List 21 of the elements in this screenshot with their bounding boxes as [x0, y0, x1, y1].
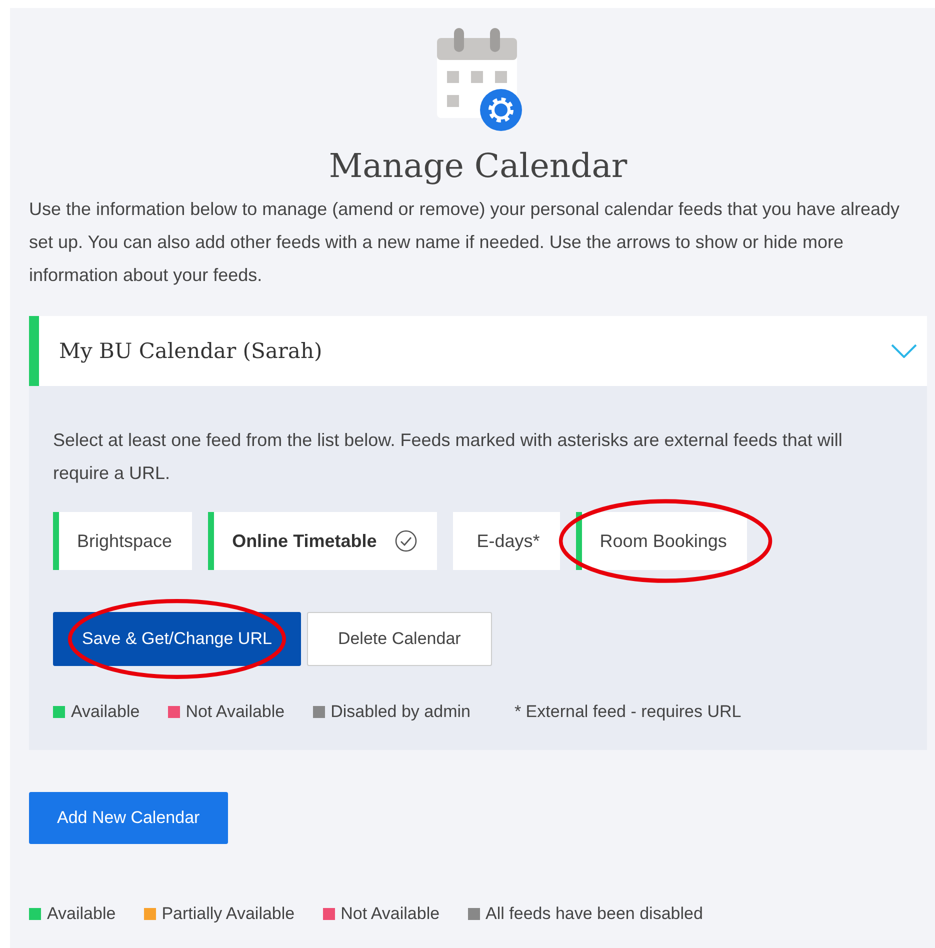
legend-label: Available: [71, 702, 140, 722]
action-button[interactable]: Delete Calendar: [306, 612, 492, 666]
feed-option[interactable]: Online Timetable: [208, 512, 437, 570]
feed-option[interactable]: Room Bookings: [576, 512, 747, 570]
instructions-text: Select at least one feed from the list below. Feeds marked with asterisks are external feeds that will require a URL.: [53, 429, 844, 485]
legend-label: All feeds have been disabled: [486, 904, 703, 924]
legend-label: Not Available: [340, 904, 440, 924]
legend-note: * External feed - requires URL: [514, 702, 742, 722]
action-button[interactable]: Save & Get/Change URL: [53, 612, 301, 666]
feed-option[interactable]: Brightspace: [53, 512, 192, 570]
legend-label: Partially Available: [162, 904, 295, 924]
legend-label: Available: [47, 904, 116, 924]
check-circle-icon: [394, 530, 417, 552]
legend-label: Not Available: [186, 702, 285, 722]
add-calendar-button[interactable]: Add New Calendar: [29, 792, 228, 844]
page-title: Manage Calendar: [328, 146, 628, 185]
legend-label: Disabled by admin: [330, 702, 470, 722]
chevron-icon: [891, 344, 917, 358]
feed-option[interactable]: E-days*: [452, 512, 560, 570]
intro-text: Use the information below to manage (amend or remove) your personal calendar feeds that you have already set up. You can also add other feeds with a new name if needed. Use the arrows to show or hide more information about your feeds.: [29, 198, 900, 287]
calendar-header[interactable]: My BU Calendar (Sarah): [29, 316, 927, 386]
